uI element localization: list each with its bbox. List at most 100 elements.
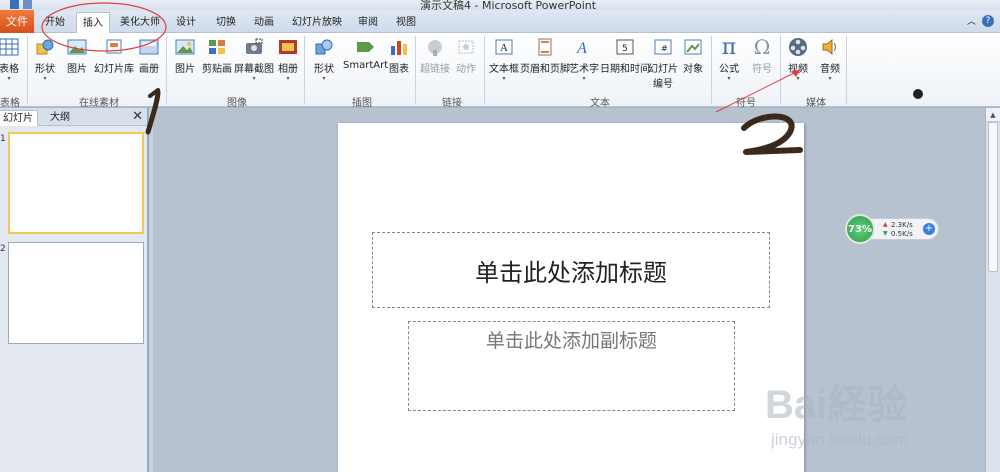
tab-home[interactable]: 开始: [40, 12, 70, 33]
usage-circle: 73%: [845, 214, 875, 244]
tab-outline[interactable]: 大纲: [46, 110, 76, 126]
group-label-text: 文本: [590, 98, 610, 109]
tab-slideshow[interactable]: 幻灯片放映: [288, 12, 346, 33]
svg-text:#: #: [661, 44, 668, 53]
online-slide-library-button[interactable]: 幻灯片库: [94, 36, 134, 75]
header-footer-icon: [534, 36, 556, 58]
photo-album-icon: [277, 36, 299, 58]
video-button[interactable]: 视频 ▾: [787, 36, 809, 83]
picture-button[interactable]: 图片: [174, 36, 196, 75]
tab-transitions[interactable]: 切换: [212, 12, 240, 33]
shapes-icon: [34, 36, 56, 58]
date-time-button[interactable]: 5 日期和时间: [600, 36, 650, 75]
chevron-down-icon: ▾: [7, 75, 11, 82]
omega-icon: Ω: [753, 35, 771, 59]
tab-view[interactable]: 视图: [392, 12, 420, 33]
slide-thumbnail-2[interactable]: [8, 242, 144, 344]
group-divider: [484, 36, 485, 104]
plus-icon[interactable]: +: [923, 223, 935, 235]
chevron-down-icon: ▾: [502, 75, 506, 82]
symbol-button[interactable]: Ω 符号: [751, 35, 773, 75]
picture-icon: [174, 36, 196, 58]
smartart-button[interactable]: SmartArt: [343, 36, 388, 71]
slide-thumbnail-1[interactable]: [8, 132, 144, 234]
title-placeholder[interactable]: 单击此处添加标题: [372, 232, 770, 308]
chevron-down-icon: ▾: [796, 75, 800, 82]
scroll-up-icon[interactable]: ▲: [986, 108, 1000, 122]
ribbon-collapse-icon[interactable]: ︿: [967, 14, 976, 27]
slide[interactable]: 单击此处添加标题 单击此处添加副标题: [338, 123, 804, 472]
chart-button[interactable]: 图表: [388, 36, 410, 75]
save-icon[interactable]: [10, 0, 19, 9]
svg-text:A: A: [576, 40, 587, 56]
slide-number: 2: [0, 244, 6, 254]
tab-beautify[interactable]: 美化大师: [116, 12, 164, 33]
table-button[interactable]: 表格 ▾: [0, 36, 20, 83]
group-divider: [27, 36, 28, 104]
watermark-logo: Bai経验: [765, 383, 908, 427]
group-divider: [166, 36, 167, 104]
smartart-icon: [355, 36, 377, 58]
camera-icon: [243, 36, 265, 58]
group-label-links: 链接: [442, 98, 462, 109]
arrow-down-icon: ▼: [883, 230, 888, 237]
shapes-button[interactable]: 形状 ▾: [313, 36, 335, 83]
header-footer-button[interactable]: 页眉和页脚: [520, 36, 570, 75]
action-button[interactable]: 动作: [455, 36, 477, 75]
group-divider: [711, 36, 712, 104]
audio-button[interactable]: 音频 ▾: [819, 36, 841, 83]
shapes-icon: [313, 36, 335, 58]
title-bar: 演示文稿4 - Microsoft PowerPoint: [0, 0, 1000, 10]
clipart-button[interactable]: 剪贴画: [202, 36, 232, 75]
object-button[interactable]: 对象: [682, 36, 704, 75]
textbox-button[interactable]: A 文本框 ▾: [489, 36, 519, 83]
wordart-icon: A: [573, 36, 595, 58]
picture-icon: [66, 36, 88, 58]
album-icon: [138, 36, 160, 58]
tab-review[interactable]: 审阅: [354, 12, 382, 33]
tab-insert[interactable]: 插入: [76, 12, 110, 34]
wordart-button[interactable]: A 艺术字 ▾: [569, 36, 599, 83]
ribbon-tools: ︿ ?: [967, 14, 994, 27]
baidu-watermark: Bai経验 jingyan.baidu.com: [765, 372, 1000, 472]
ribbon-tabs: 文件 开始 插入 美化大师 设计 切换 动画 幻灯片放映 审阅 视图 ︿ ?: [0, 10, 1000, 34]
pi-icon: π: [721, 34, 737, 60]
scrollbar-thumb[interactable]: [988, 122, 998, 272]
slide-number: 1: [0, 134, 6, 144]
tab-design[interactable]: 设计: [172, 12, 200, 33]
subtitle-placeholder[interactable]: 单击此处添加副标题: [408, 321, 735, 411]
equation-button[interactable]: π 公式 ▾: [718, 34, 740, 83]
slide-number-button[interactable]: # 幻灯片 编号: [648, 36, 678, 90]
photo-album-button[interactable]: 相册 ▾: [277, 36, 299, 83]
hyperlink-button[interactable]: 超链接: [420, 36, 450, 75]
chart-icon: [388, 36, 410, 58]
network-speed-widget[interactable]: 73% 2.3K/s 0.5K/s ▲ ▼ +: [845, 214, 939, 244]
online-shapes-button[interactable]: 形状 ▾: [34, 36, 56, 83]
online-album-button[interactable]: 画册: [138, 36, 160, 75]
black-dot-annotation: [913, 89, 923, 99]
chevron-down-icon: ▾: [828, 75, 832, 82]
chevron-down-icon: ▾: [43, 75, 47, 82]
group-label-images: 图像: [227, 98, 247, 109]
svg-text:A: A: [500, 42, 508, 54]
group-label-symbols: 符号: [736, 98, 756, 109]
chevron-down-icon: ▾: [322, 75, 326, 82]
tab-animations[interactable]: 动画: [250, 12, 278, 33]
group-label-online: 在线素材: [79, 98, 119, 109]
calendar-icon: 5: [614, 36, 636, 58]
textbox-icon: A: [493, 36, 515, 58]
action-icon: [455, 36, 477, 58]
download-speed: 0.5K/s: [891, 230, 913, 238]
tab-slides[interactable]: 幻灯片: [0, 110, 38, 126]
slide-number-icon: #: [652, 36, 674, 58]
online-picture-button[interactable]: 图片: [66, 36, 88, 75]
tab-file[interactable]: 文件: [0, 10, 34, 33]
chevron-down-icon: ▾: [252, 75, 256, 82]
undo-icon[interactable]: [23, 0, 32, 9]
screenshot-button[interactable]: 屏幕截图 ▾: [234, 36, 274, 83]
clipart-icon: [206, 36, 228, 58]
watermark-url: jingyan.baidu.com: [771, 430, 909, 449]
close-icon[interactable]: ✕: [132, 109, 143, 124]
help-icon[interactable]: ?: [982, 14, 994, 27]
quick-access-toolbar: [10, 0, 32, 10]
